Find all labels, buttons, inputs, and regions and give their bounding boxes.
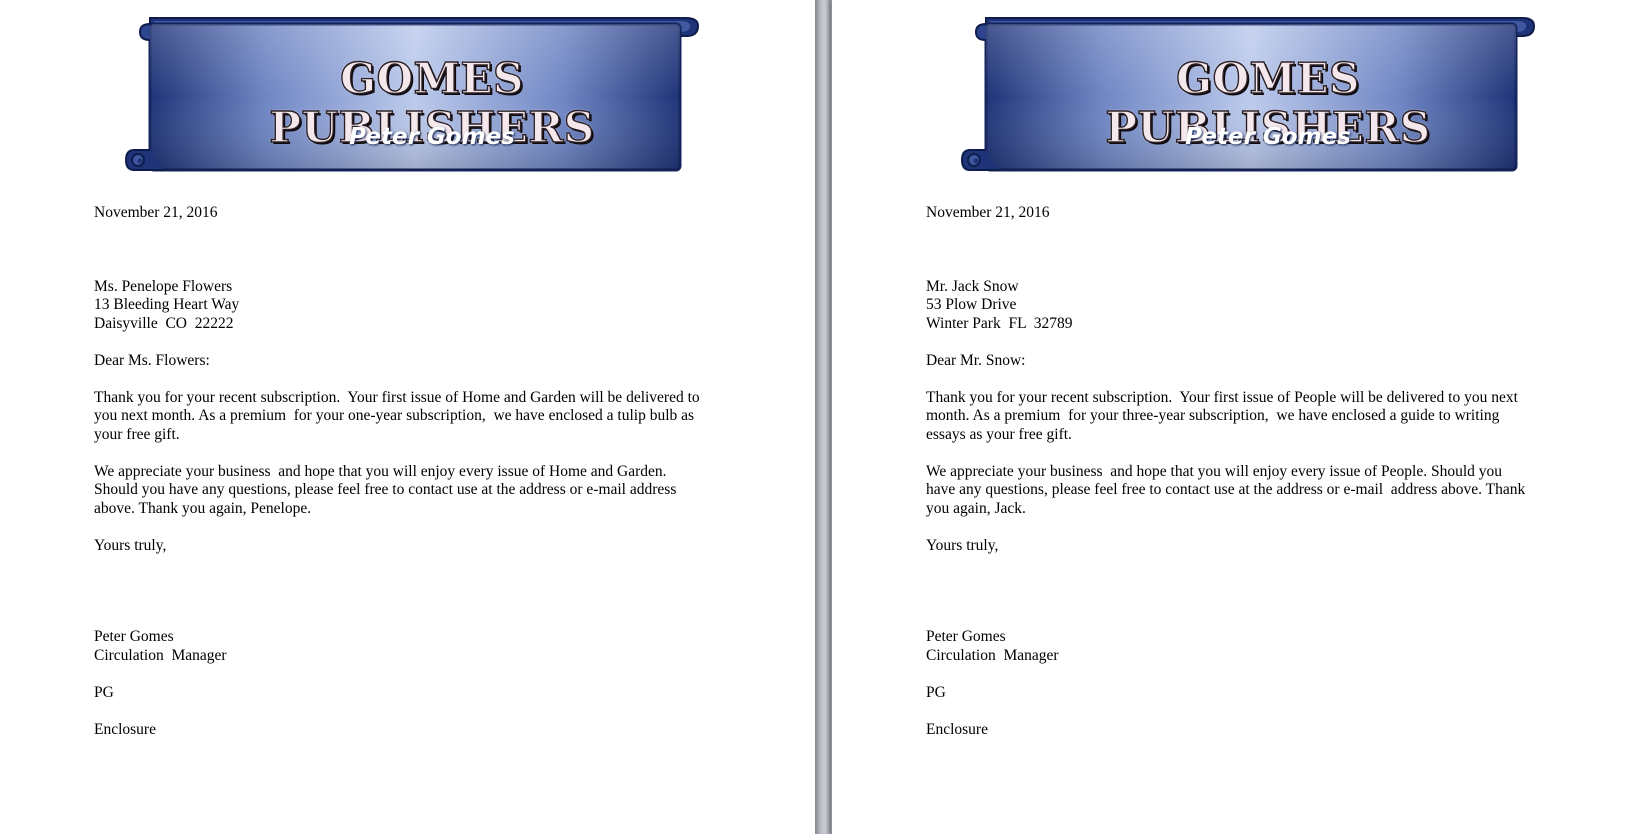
recipient-city: Daisyville CO 22222 [94,314,234,332]
paragraph-2-line-3: above. Thank you again, Penelope. [94,499,312,517]
signer-name: Peter Gomes [94,628,174,645]
signer-name: Peter Gomes [926,628,1006,645]
letter-date: November 21, 2016 [94,204,218,221]
letterhead-subtitle: Peter Gomes [349,124,515,150]
closing: Yours truly, [94,536,167,554]
letter-body: November 21, 2016 Ms. Penelope Flowers 1… [94,204,734,739]
recipient-city: Winter Park FL 32789 [926,314,1073,332]
signer-title: Circulation Manager [926,646,1059,664]
recipient-name: Mr. Jack Snow [926,277,1019,295]
letter-body: November 21, 2016 Mr. Jack Snow 53 Plow … [926,204,1556,739]
paragraph-1-line-3: essays as your free gift. [926,425,1072,443]
paragraph-2-line-2: Should you have any questions, please fe… [94,481,677,498]
letterhead-banner: GOMES PUBLISHERS Peter Gomes [124,10,704,180]
letter-page-2: GOMES PUBLISHERS Peter Gomes November 21… [831,0,1640,834]
paragraph-2-line-3: you again, Jack. [926,499,1026,517]
salutation: Dear Ms. Flowers: [94,351,210,369]
paragraph-2-line-2: have any questions, please feel free to … [926,481,1526,498]
letterhead-subtitle: Peter Gomes [1185,124,1351,150]
paragraph-2-line-1: We appreciate your business and hope tha… [926,462,1503,480]
paragraph-2-line-1: We appreciate your business and hope tha… [94,462,667,480]
recipient-street: 13 Bleeding Heart Way [94,296,240,313]
reference-initials: PG [94,683,114,701]
letter-date: November 21, 2016 [926,204,1050,221]
letter-page-1: GOMES PUBLISHERS Peter Gomes November 21… [0,0,815,834]
signer-title: Circulation Manager [94,646,227,664]
page-gutter [815,0,831,834]
recipient-name: Ms. Penelope Flowers [94,277,233,295]
recipient-street: 53 Plow Drive [926,296,1017,313]
salutation: Dear Mr. Snow: [926,351,1026,369]
closing: Yours truly, [926,536,999,554]
paragraph-1-line-1: Thank you for your recent subscription. … [94,388,700,406]
paragraph-1-line-3: your free gift. [94,425,180,443]
reference-initials: PG [926,683,946,701]
enclosure-notation: Enclosure [926,720,988,738]
paragraph-1-line-2: you next month. As a premium for your on… [94,407,695,424]
paragraph-1-line-1: Thank you for your recent subscription. … [926,388,1518,406]
enclosure-notation: Enclosure [94,720,156,738]
letterhead-banner: GOMES PUBLISHERS Peter Gomes [960,10,1540,180]
paragraph-1-line-2: month. As a premium for your three-year … [926,407,1500,424]
